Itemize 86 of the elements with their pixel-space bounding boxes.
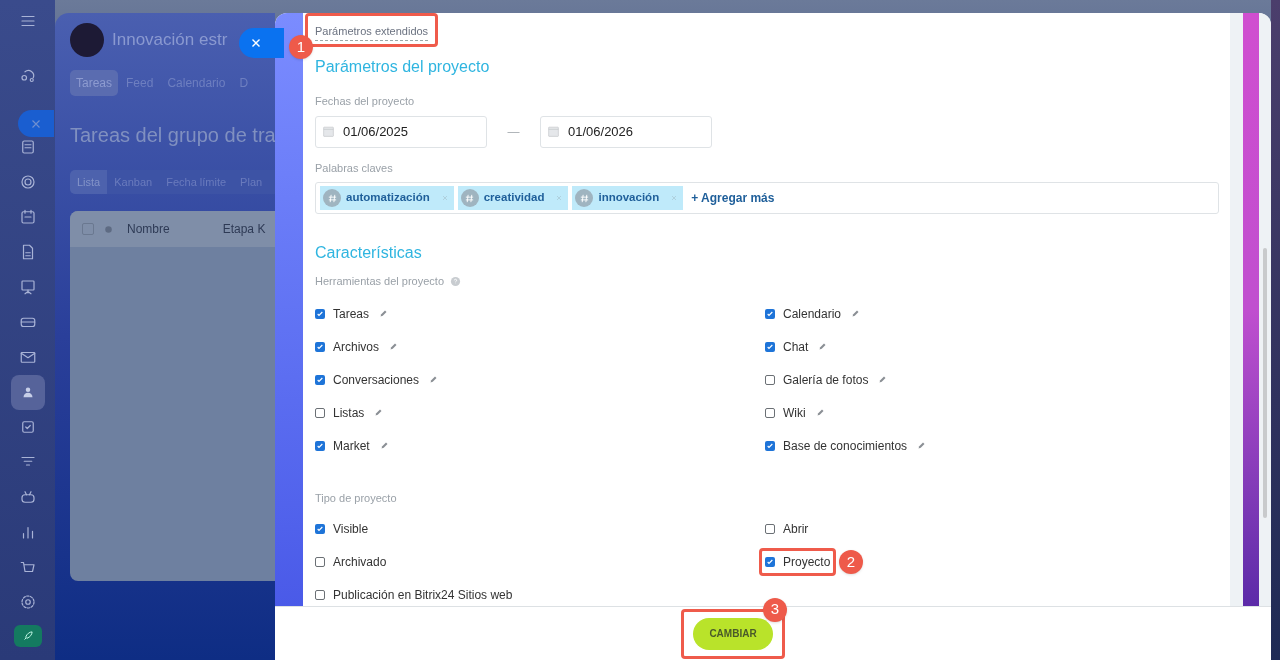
checkbox-label: Base de conocimientos (783, 437, 908, 455)
check-icon (766, 342, 774, 351)
settings-icon[interactable] (18, 593, 37, 611)
circle-icon[interactable] (18, 173, 37, 191)
robot-icon[interactable] (18, 488, 37, 506)
pencil-icon[interactable] (379, 309, 389, 318)
checkbox-label: Chat (783, 338, 809, 356)
checkbox[interactable] (765, 557, 775, 567)
column-header: Etapa K (222, 221, 266, 238)
checkbox-label: Tareas (333, 305, 370, 323)
checkbox[interactable] (315, 590, 325, 600)
check-icon (766, 558, 774, 566)
checkbox-label: Archivos (333, 338, 379, 356)
check-icon (766, 441, 774, 450)
check-icon (316, 342, 324, 351)
pencil-icon[interactable] (389, 342, 398, 351)
checkbox[interactable] (315, 557, 325, 567)
pencil-icon[interactable] (851, 309, 861, 318)
checkbox[interactable] (315, 524, 325, 534)
presentation-icon[interactable] (18, 278, 37, 296)
checkbox[interactable] (315, 374, 325, 385)
close-button[interactable] (239, 28, 284, 58)
field-label: Tipo de proyecto (315, 490, 398, 506)
checkbox-label: Abrir (783, 521, 809, 538)
checkbox[interactable] (315, 341, 325, 352)
keyword-tag: creatividad (457, 186, 569, 210)
checkbox[interactable] (315, 308, 325, 319)
checkbox[interactable] (765, 407, 775, 418)
check-icon (316, 441, 324, 450)
pencil-icon[interactable] (815, 408, 825, 417)
callout-badge: 2 (839, 550, 863, 574)
add-more-link[interactable]: + Agregar más (691, 189, 775, 207)
check-icon (316, 525, 324, 533)
checkbox-label: Proyecto (783, 554, 831, 571)
calendar-icon[interactable] (18, 208, 37, 226)
field-label: Palabras claves (315, 160, 394, 176)
check-icon (316, 309, 324, 318)
field-label: Fechas del proyecto (315, 94, 416, 109)
checkbox-label: Market (333, 437, 370, 455)
pencil-icon[interactable] (429, 375, 439, 384)
checkbox[interactable] (765, 308, 775, 319)
checkbox-label: Visible (333, 521, 369, 538)
checkbox[interactable] (765, 440, 775, 451)
checkbox[interactable] (765, 341, 775, 352)
scrollbar[interactable] (1263, 248, 1267, 518)
pencil-icon[interactable] (878, 375, 888, 384)
calendar-icon (547, 125, 560, 138)
calendar-icon (322, 125, 335, 138)
extended-parameters-link[interactable]: Parámetros extendidos (315, 23, 429, 41)
column-header: Nombre (127, 221, 170, 238)
keyword-tag: innovación (572, 186, 684, 210)
checkbox-label: Galería de fotos (783, 371, 869, 389)
check-icon (316, 375, 324, 384)
checkbox-label: Archivado (333, 554, 387, 571)
checkbox[interactable] (765, 374, 775, 385)
pencil-icon[interactable] (374, 408, 384, 417)
section-title: Características (315, 243, 423, 263)
page-heading: Tareas del grupo de tra (70, 123, 275, 148)
field-label: Herramientas del proyecto (315, 274, 444, 289)
pencil-icon[interactable] (917, 441, 927, 450)
rocket-button[interactable] (13, 624, 42, 647)
change-button[interactable]: CAMBIAR (693, 617, 773, 650)
date-separator: — (506, 123, 521, 141)
page-title: Innovación estr (112, 29, 228, 52)
callout-badge: 1 (289, 35, 313, 59)
pencil-icon[interactable] (379, 441, 389, 450)
pencil-icon[interactable] (818, 342, 828, 351)
checkbox-label: Wiki (783, 404, 806, 422)
date-field[interactable]: 01/06/2026 (540, 115, 712, 148)
keywords-field[interactable]: automatización creatividad innovación + Agregar más (315, 182, 1219, 214)
checkbox[interactable] (315, 440, 325, 451)
check-icon (766, 309, 774, 318)
hash-icon (464, 192, 476, 204)
date-field[interactable]: 01/06/2025 (315, 115, 487, 148)
keyword-tag: automatización (320, 186, 454, 210)
avatar (70, 23, 104, 57)
checkbox[interactable] (765, 524, 775, 534)
checkbox-label: Calendario (783, 305, 842, 323)
checkbox[interactable] (315, 407, 325, 418)
hash-icon (326, 192, 338, 204)
checkbox-label: Conversaciones (333, 371, 420, 389)
hash-icon (578, 192, 590, 204)
checkbox-label: Publicación en Bitrix24 Sitios web (333, 587, 513, 604)
checkbox-label: Listas (333, 404, 365, 422)
checkbox[interactable] (82, 223, 94, 235)
section-title: Parámetros del proyecto (315, 57, 491, 77)
